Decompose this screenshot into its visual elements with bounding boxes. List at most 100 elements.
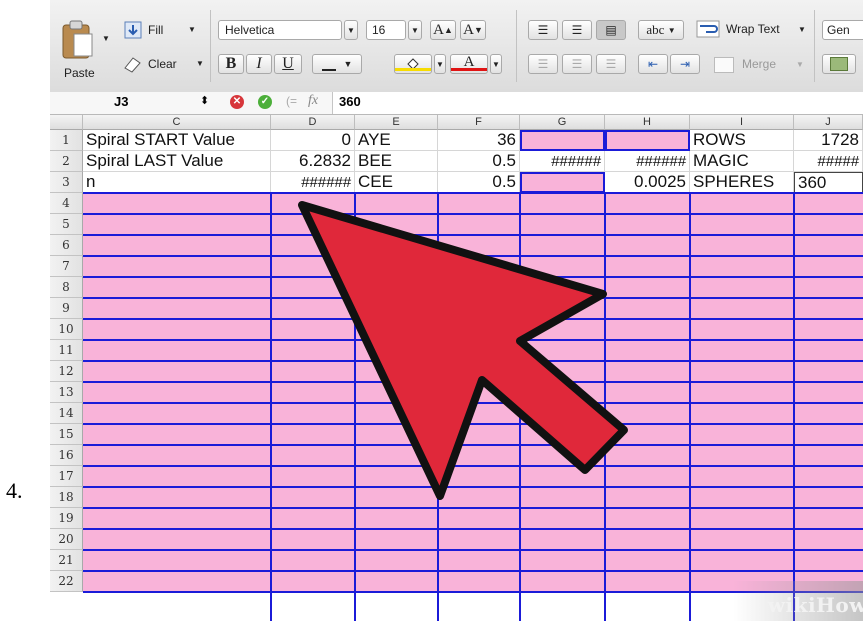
cell-f3[interactable]: 0.5 [438,172,520,193]
cell-i13[interactable] [690,382,794,403]
decrease-indent-button[interactable]: ⇤ [638,54,668,74]
cell-j4[interactable] [794,193,863,214]
cell-e11[interactable] [355,340,438,361]
fill-button[interactable]: Fill ▼ [122,20,202,42]
cell-j17[interactable] [794,466,863,487]
cell-g21[interactable] [520,550,605,571]
cell-j2[interactable]: ##### [794,151,863,172]
cell-j14[interactable] [794,403,863,424]
cell-e8[interactable] [355,277,438,298]
cell-g15[interactable] [520,424,605,445]
cell-f13[interactable] [438,382,520,403]
cell-f21[interactable] [438,550,520,571]
cell-g1[interactable] [520,130,605,151]
cell-e5[interactable] [355,214,438,235]
formula-input[interactable]: 360 [332,92,863,114]
cell-i1[interactable]: ROWS [690,130,794,151]
cell-c12[interactable] [83,361,271,382]
row-header-15[interactable]: 15 [50,424,83,445]
cell-h3[interactable]: 0.0025 [605,172,690,193]
cell-g19[interactable] [520,508,605,529]
cell-e10[interactable] [355,319,438,340]
cell-e20[interactable] [355,529,438,550]
cell-h8[interactable] [605,277,690,298]
cell-i2[interactable]: MAGIC [690,151,794,172]
cell-d14[interactable] [271,403,355,424]
cell-i16[interactable] [690,445,794,466]
align-right-button[interactable]: ☰ [596,54,626,74]
cell-h20[interactable] [605,529,690,550]
align-center-button[interactable]: ☰ [562,54,592,74]
cell-f2[interactable]: 0.5 [438,151,520,172]
cell-j1[interactable]: 1728 [794,130,863,151]
column-header-g[interactable]: G [520,115,605,130]
row-header-17[interactable]: 17 [50,466,83,487]
column-header-j[interactable]: J [794,115,863,130]
cell-c20[interactable] [83,529,271,550]
cell-f7[interactable] [438,256,520,277]
cell-i14[interactable] [690,403,794,424]
cell-j21[interactable] [794,550,863,571]
cell-e14[interactable] [355,403,438,424]
clear-button[interactable]: Clear ▼ [122,54,212,76]
cell-f15[interactable] [438,424,520,445]
cell-f16[interactable] [438,445,520,466]
cell-j6[interactable] [794,235,863,256]
cell-h22[interactable] [605,571,690,592]
row-header-10[interactable]: 10 [50,319,83,340]
cell-j11[interactable] [794,340,863,361]
cell-d7[interactable] [271,256,355,277]
cell-j12[interactable] [794,361,863,382]
cell-g6[interactable] [520,235,605,256]
cell-e3[interactable]: CEE [355,172,438,193]
cell-c3[interactable]: n [83,172,271,193]
cell-f22[interactable] [438,571,520,592]
cell-g13[interactable] [520,382,605,403]
cell-g12[interactable] [520,361,605,382]
cell-e4[interactable] [355,193,438,214]
column-header-c[interactable]: C [83,115,271,130]
column-header-d[interactable]: D [271,115,355,130]
cell-e2[interactable]: BEE [355,151,438,172]
cell-f9[interactable] [438,298,520,319]
cell-e22[interactable] [355,571,438,592]
row-header-5[interactable]: 5 [50,214,83,235]
column-header-i[interactable]: I [690,115,794,130]
cell-d22[interactable] [271,571,355,592]
cell-d3[interactable]: ###### [271,172,355,193]
number-format-select[interactable]: Gen [822,20,863,40]
cell-d16[interactable] [271,445,355,466]
font-name-select[interactable]: Helvetica [218,20,342,40]
cell-f1[interactable]: 36 [438,130,520,151]
cell-g7[interactable] [520,256,605,277]
cell-i20[interactable] [690,529,794,550]
cell-c14[interactable] [83,403,271,424]
cell-h11[interactable] [605,340,690,361]
cell-e17[interactable] [355,466,438,487]
cell-e15[interactable] [355,424,438,445]
cell-d6[interactable] [271,235,355,256]
cell-f6[interactable] [438,235,520,256]
cell-f4[interactable] [438,193,520,214]
paste-dropdown-icon[interactable]: ▼ [102,34,110,43]
cell-g17[interactable] [520,466,605,487]
cell-e7[interactable] [355,256,438,277]
cell-h12[interactable] [605,361,690,382]
cell-h15[interactable] [605,424,690,445]
cell-e6[interactable] [355,235,438,256]
cell-h9[interactable] [605,298,690,319]
orientation-button[interactable]: abc ▼ [638,20,684,40]
cell-h2[interactable]: ###### [605,151,690,172]
cell-d15[interactable] [271,424,355,445]
font-size-select[interactable]: 16 [366,20,406,40]
row-header-18[interactable]: 18 [50,487,83,508]
align-top-button[interactable]: ☰ [528,20,558,40]
underline-button[interactable]: U [274,54,302,74]
cell-g20[interactable] [520,529,605,550]
cell-i21[interactable] [690,550,794,571]
cell-i18[interactable] [690,487,794,508]
cell-g22[interactable] [520,571,605,592]
cell-h14[interactable] [605,403,690,424]
cell-i10[interactable] [690,319,794,340]
row-header-9[interactable]: 9 [50,298,83,319]
